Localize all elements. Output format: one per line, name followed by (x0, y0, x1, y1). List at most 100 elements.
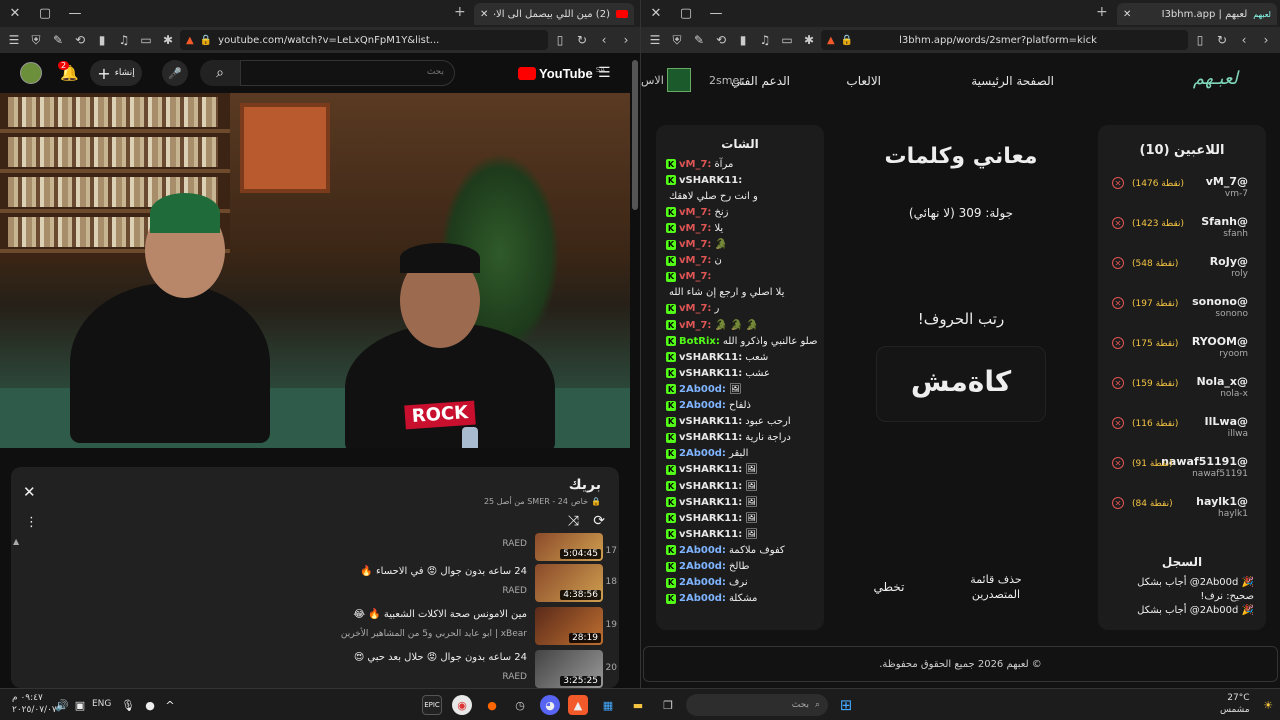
media-icon[interactable]: ▭ (777, 30, 797, 50)
media-icon[interactable]: ▭ (136, 30, 156, 50)
chat-text: 🖼 (728, 383, 742, 395)
chrome-icon[interactable]: ◉ (452, 695, 472, 715)
search-button[interactable]: ⌕ (200, 60, 240, 86)
calculator-icon[interactable]: ▦ (598, 695, 618, 715)
player-handle: sfanh (1223, 229, 1248, 239)
loop-icon[interactable]: ⟳ (593, 513, 605, 529)
chat-message: K 2Ab00d: 🖼 (666, 382, 816, 396)
nav-cut-label[interactable]: الاس (641, 74, 664, 87)
remove-player-icon[interactable]: ✕ (1112, 417, 1124, 429)
close-tab-icon[interactable]: ✕ (1123, 9, 1131, 20)
menu-icon[interactable]: ☰ (645, 30, 665, 50)
address-bar[interactable]: ▲ 🔒 l3bhm.app/words/2smer?platform=kick (821, 30, 1188, 50)
minimize-button[interactable]: — (701, 0, 731, 27)
player-row: haylk1@ haylk1 (84 نقطة) ✕ (1112, 495, 1248, 533)
more-options-icon[interactable]: ⋮ (25, 515, 38, 530)
reload-icon[interactable]: ↻ (572, 30, 592, 50)
sidebar-icon[interactable]: ▮ (733, 30, 753, 50)
create-button[interactable]: + إنشاء (90, 60, 142, 86)
new-tab-button[interactable]: + (1096, 4, 1108, 20)
tab-youtube[interactable]: (2) مين اللي بيصمل الى الاخر؟ ✕ (474, 3, 634, 25)
history-icon[interactable]: ⟲ (70, 30, 90, 50)
music-icon[interactable]: ♫ (755, 30, 775, 50)
extension-icon[interactable]: ✎ (689, 30, 709, 50)
bookmark-icon[interactable]: ▯ (1190, 30, 1210, 50)
kick-icon: K (666, 175, 676, 186)
new-tab-button[interactable]: + (454, 4, 466, 20)
chat-user: vM_7: (679, 158, 712, 170)
minimize-button[interactable]: — (60, 0, 90, 27)
extension-icon[interactable]: ✎ (48, 30, 68, 50)
windows-start-icon[interactable]: ⊞ (836, 695, 856, 715)
remove-player-icon[interactable]: ✕ (1112, 377, 1124, 389)
clock[interactable]: ٠٩:٤٧ م ٢٠٢٥/٠٧/٠٧ (12, 692, 57, 716)
playlist-item[interactable]: 18 4:38:56 24 ساعه بدون جوال 😡 في الاحسا… (11, 564, 619, 606)
volume-icon[interactable]: 🔊 (52, 695, 72, 715)
nav-home[interactable]: الصفحة الرئيسية (971, 74, 1054, 88)
nav-user-label[interactable]: 2smer (709, 74, 744, 87)
folder-icon[interactable]: ▬ (628, 695, 648, 715)
maximize-button[interactable]: ▢ (30, 0, 60, 27)
close-window-button[interactable]: ✕ (641, 0, 671, 27)
skip-button[interactable]: تخطي (869, 580, 909, 594)
playlist-item[interactable]: 19 28:19 مين الامونس صحة الاكلات الشعبية… (11, 607, 619, 649)
history-icon[interactable]: ⟲ (711, 30, 731, 50)
app-icon[interactable]: ● (482, 695, 502, 715)
microphone-icon[interactable]: 🎤 (162, 60, 188, 86)
tab-l3bhm[interactable]: لعبهم لعبهم | I3bhm.app ✕ (1117, 3, 1277, 25)
remove-player-icon[interactable]: ✕ (1112, 497, 1124, 509)
chat-message: KvM_7: يلا (666, 221, 816, 235)
playlist-item[interactable]: 20 3:25:25 24 ساعه بدون جوال 😡 حلال بعد … (11, 650, 619, 688)
reload-icon[interactable]: ↻ (1212, 30, 1232, 50)
chat-user: vSHARK11: (679, 528, 743, 540)
remove-player-icon[interactable]: ✕ (1112, 337, 1124, 349)
remove-player-icon[interactable]: ✕ (1112, 177, 1124, 189)
shield-icon[interactable]: ⛨ (667, 30, 687, 50)
avatar[interactable] (20, 62, 42, 84)
remove-player-icon[interactable]: ✕ (1112, 457, 1124, 469)
weather-widget[interactable]: 27°C مشمس (1220, 692, 1250, 716)
brave-icon[interactable]: ▲ (568, 695, 588, 715)
forward-icon[interactable]: › (1256, 30, 1276, 50)
shield-icon[interactable]: ⛨ (26, 30, 46, 50)
nav-games[interactable]: الالعاب (846, 74, 881, 88)
puzzle-icon[interactable]: ✱ (158, 30, 178, 50)
music-icon[interactable]: ♫ (114, 30, 134, 50)
taskbar-search[interactable]: بحث ⌕ (686, 694, 828, 716)
discord-icon[interactable]: ◕ (540, 695, 560, 715)
page-scrollbar[interactable] (632, 60, 638, 210)
delete-leaderboard-button[interactable]: حذف قائمة المتصدرين (961, 572, 1031, 602)
youtube-logo[interactable]: YouTube SA (518, 66, 605, 81)
chat-message: KvSHARK11: عشب (666, 366, 816, 380)
forward-icon[interactable]: › (616, 30, 636, 50)
bookmark-icon[interactable]: ▯ (550, 30, 570, 50)
close-tab-icon[interactable]: ✕ (480, 9, 488, 20)
chevron-up-icon[interactable]: ^ (160, 695, 180, 715)
shuffle-icon[interactable]: ⤨ (568, 513, 579, 529)
tray-app-icon[interactable]: ● (140, 695, 160, 715)
remove-player-icon[interactable]: ✕ (1112, 297, 1124, 309)
language-indicator[interactable]: ENG (92, 699, 111, 709)
player-points: (548 نقطة) (1132, 259, 1179, 269)
remove-player-icon[interactable]: ✕ (1112, 257, 1124, 269)
search-input[interactable]: بحث (240, 60, 455, 86)
close-playlist-button[interactable]: ✕ (23, 483, 36, 501)
back-icon[interactable]: ‹ (594, 30, 614, 50)
network-icon[interactable]: ▣ (70, 695, 90, 715)
maximize-button[interactable]: ▢ (671, 0, 701, 27)
clock-app-icon[interactable]: ◷ (510, 695, 530, 715)
menu-icon[interactable]: ☰ (4, 30, 24, 50)
user-avatar[interactable] (667, 68, 691, 92)
close-window-button[interactable]: ✕ (0, 0, 30, 27)
hamburger-menu-icon[interactable]: ☰ (598, 65, 611, 81)
puzzle-icon[interactable]: ✱ (799, 30, 819, 50)
address-bar[interactable]: ▲ 🔒 youtube.com/watch?v=LeLxQnFpM1Y&list… (180, 30, 548, 50)
sidebar-icon[interactable]: ▮ (92, 30, 112, 50)
task-view-icon[interactable]: ❐ (658, 695, 678, 715)
remove-player-icon[interactable]: ✕ (1112, 217, 1124, 229)
epic-games-icon[interactable]: EPIC (422, 695, 442, 715)
back-icon[interactable]: ‹ (1234, 30, 1254, 50)
video-player[interactable]: ROCK (0, 93, 630, 448)
site-logo[interactable]: لعبـهم (1193, 68, 1238, 89)
microphone-icon[interactable]: 🎙 (118, 695, 138, 715)
